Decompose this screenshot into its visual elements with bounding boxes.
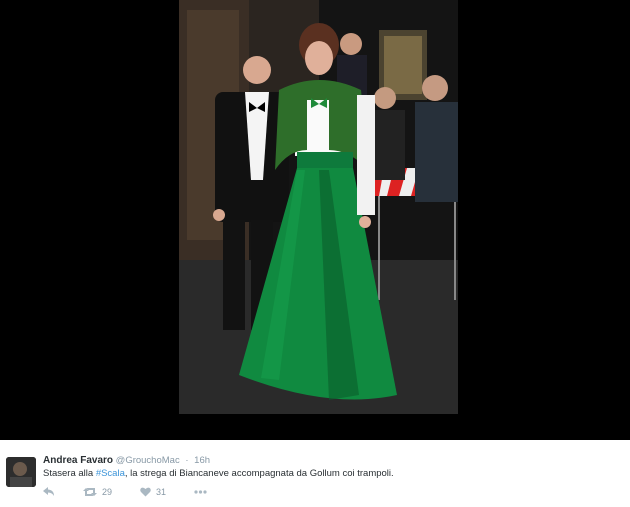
media-viewer bbox=[0, 0, 630, 440]
avatar[interactable] bbox=[6, 457, 36, 487]
retweet-button[interactable]: 29 bbox=[83, 487, 112, 497]
tweet-text: Stasera alla #Scala, la strega di Bianca… bbox=[43, 468, 394, 479]
tweet: Andrea Favaro @GrouchoMac · 16h Stasera … bbox=[0, 440, 630, 507]
retweet-icon bbox=[83, 487, 97, 497]
timestamp[interactable]: 16h bbox=[194, 455, 210, 466]
tweet-header: Andrea Favaro @GrouchoMac · 16h bbox=[43, 455, 210, 466]
like-count: 31 bbox=[156, 487, 167, 497]
author-handle[interactable]: @GrouchoMac bbox=[116, 455, 180, 466]
hashtag-link[interactable]: #Scala bbox=[96, 468, 125, 479]
more-icon bbox=[194, 490, 207, 494]
tweet-text-start: Stasera alla bbox=[43, 468, 96, 479]
retweet-count: 29 bbox=[102, 487, 113, 497]
tweet-actions: 29 31 bbox=[43, 485, 235, 499]
reply-icon bbox=[43, 487, 55, 497]
more-button[interactable] bbox=[194, 490, 207, 494]
reply-button[interactable] bbox=[43, 487, 55, 497]
heart-icon bbox=[140, 487, 151, 497]
author-name[interactable]: Andrea Favaro bbox=[43, 455, 113, 466]
like-button[interactable]: 31 bbox=[140, 487, 166, 497]
tweet-photo[interactable] bbox=[179, 0, 458, 414]
separator: · bbox=[185, 455, 189, 466]
tweet-text-end: , la strega di Biancaneve accompagnata d… bbox=[124, 468, 394, 479]
